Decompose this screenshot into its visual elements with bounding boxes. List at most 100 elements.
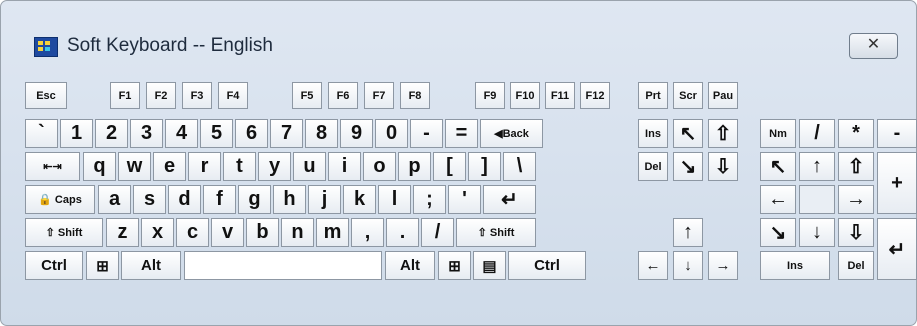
key-num-1[interactable]: ↘ — [760, 218, 796, 247]
key-f3[interactable]: F3 — [182, 82, 212, 109]
key-num-7[interactable]: ↖ — [760, 152, 796, 181]
key-esc[interactable]: Esc — [25, 82, 67, 109]
key-6[interactable]: 6 — [235, 119, 268, 148]
key-num-decimal[interactable]: Del — [838, 251, 874, 280]
key-y[interactable]: y — [258, 152, 291, 181]
key-f11[interactable]: F11 — [545, 82, 575, 109]
key-delete[interactable]: Del — [638, 152, 668, 181]
key-f4[interactable]: F4 — [218, 82, 248, 109]
key-7[interactable]: 7 — [270, 119, 303, 148]
key-home[interactable]: ↖ — [673, 119, 703, 148]
key-num-divide[interactable]: / — [799, 119, 835, 148]
key-num-6[interactable]: → — [838, 185, 874, 214]
key-j[interactable]: j — [308, 185, 341, 214]
key-1[interactable]: 1 — [60, 119, 93, 148]
key-num-5[interactable] — [799, 185, 835, 214]
key-h[interactable]: h — [273, 185, 306, 214]
key-minus[interactable]: - — [410, 119, 443, 148]
key-comma[interactable]: , — [351, 218, 384, 247]
key-end[interactable]: ↘ — [673, 152, 703, 181]
key-f2[interactable]: F2 — [146, 82, 176, 109]
key-lalt[interactable]: Alt — [121, 251, 181, 280]
key-x[interactable]: x — [141, 218, 174, 247]
close-button[interactable]: ✕ — [849, 33, 898, 59]
key-slash[interactable]: / — [421, 218, 454, 247]
key-f9[interactable]: F9 — [475, 82, 505, 109]
key-0[interactable]: 0 — [375, 119, 408, 148]
key-8[interactable]: 8 — [305, 119, 338, 148]
key-backslash[interactable]: \ — [503, 152, 536, 181]
key-pageup[interactable]: ⇧ — [708, 119, 738, 148]
key-num-8[interactable]: ↑ — [799, 152, 835, 181]
key-rwin[interactable]: ⊞ — [438, 251, 471, 280]
key-f6[interactable]: F6 — [328, 82, 358, 109]
key-n[interactable]: n — [281, 218, 314, 247]
key-backtick[interactable]: ` — [25, 119, 58, 148]
key-a[interactable]: a — [98, 185, 131, 214]
key-r[interactable]: r — [188, 152, 221, 181]
key-scrlk[interactable]: Scr — [673, 82, 703, 109]
key-quote[interactable]: ' — [448, 185, 481, 214]
key-right[interactable]: → — [708, 251, 738, 280]
key-3[interactable]: 3 — [130, 119, 163, 148]
key-lwin[interactable]: ⊞ — [86, 251, 119, 280]
key-m[interactable]: m — [316, 218, 349, 247]
key-rshift[interactable]: ⇧ Shift — [456, 218, 536, 247]
key-lctrl[interactable]: Ctrl — [25, 251, 83, 280]
key-e[interactable]: e — [153, 152, 186, 181]
key-period[interactable]: . — [386, 218, 419, 247]
key-p[interactable]: p — [398, 152, 431, 181]
key-tab[interactable]: ⇤⇥ — [25, 152, 80, 181]
key-left[interactable]: ← — [638, 251, 668, 280]
key-semicolon[interactable]: ; — [413, 185, 446, 214]
key-w[interactable]: w — [118, 152, 151, 181]
key-space[interactable] — [184, 251, 382, 280]
key-l[interactable]: l — [378, 185, 411, 214]
key-q[interactable]: q — [83, 152, 116, 181]
key-f1[interactable]: F1 — [110, 82, 140, 109]
key-z[interactable]: z — [106, 218, 139, 247]
key-num-9[interactable]: ⇧ — [838, 152, 874, 181]
key-num-3[interactable]: ⇩ — [838, 218, 874, 247]
key-f7[interactable]: F7 — [364, 82, 394, 109]
key-capslock[interactable]: 🔒 Caps — [25, 185, 95, 214]
key-b[interactable]: b — [246, 218, 279, 247]
key-num-minus[interactable]: - — [877, 119, 917, 148]
key-4[interactable]: 4 — [165, 119, 198, 148]
key-menu[interactable]: ▤ — [473, 251, 506, 280]
key-f12[interactable]: F12 — [580, 82, 610, 109]
key-insert[interactable]: Ins — [638, 119, 668, 148]
key-f10[interactable]: F10 — [510, 82, 540, 109]
key-u[interactable]: u — [293, 152, 326, 181]
key-9[interactable]: 9 — [340, 119, 373, 148]
key-o[interactable]: o — [363, 152, 396, 181]
key-num-enter[interactable]: ↵ — [877, 218, 917, 280]
key-t[interactable]: t — [223, 152, 256, 181]
key-enter[interactable]: ↵ — [483, 185, 536, 214]
key-5[interactable]: 5 — [200, 119, 233, 148]
key-num-multiply[interactable]: * — [838, 119, 874, 148]
key-g[interactable]: g — [238, 185, 271, 214]
key-backspace[interactable]: ◀Back — [480, 119, 543, 148]
key-lbracket[interactable]: [ — [433, 152, 466, 181]
key-rctrl[interactable]: Ctrl — [508, 251, 586, 280]
key-lshift[interactable]: ⇧ Shift — [25, 218, 103, 247]
key-f5[interactable]: F5 — [292, 82, 322, 109]
key-num-plus[interactable]: + — [877, 152, 917, 214]
title-bar[interactable] — [1, 1, 916, 37]
key-2[interactable]: 2 — [95, 119, 128, 148]
key-k[interactable]: k — [343, 185, 376, 214]
key-f[interactable]: f — [203, 185, 236, 214]
key-down[interactable]: ↓ — [673, 251, 703, 280]
key-s[interactable]: s — [133, 185, 166, 214]
key-pause[interactable]: Pau — [708, 82, 738, 109]
key-i[interactable]: i — [328, 152, 361, 181]
key-v[interactable]: v — [211, 218, 244, 247]
key-pagedown[interactable]: ⇩ — [708, 152, 738, 181]
key-ralt[interactable]: Alt — [385, 251, 435, 280]
key-up[interactable]: ↑ — [673, 218, 703, 247]
key-equals[interactable]: = — [445, 119, 478, 148]
key-c[interactable]: c — [176, 218, 209, 247]
key-num-0[interactable]: Ins — [760, 251, 830, 280]
key-f8[interactable]: F8 — [400, 82, 430, 109]
